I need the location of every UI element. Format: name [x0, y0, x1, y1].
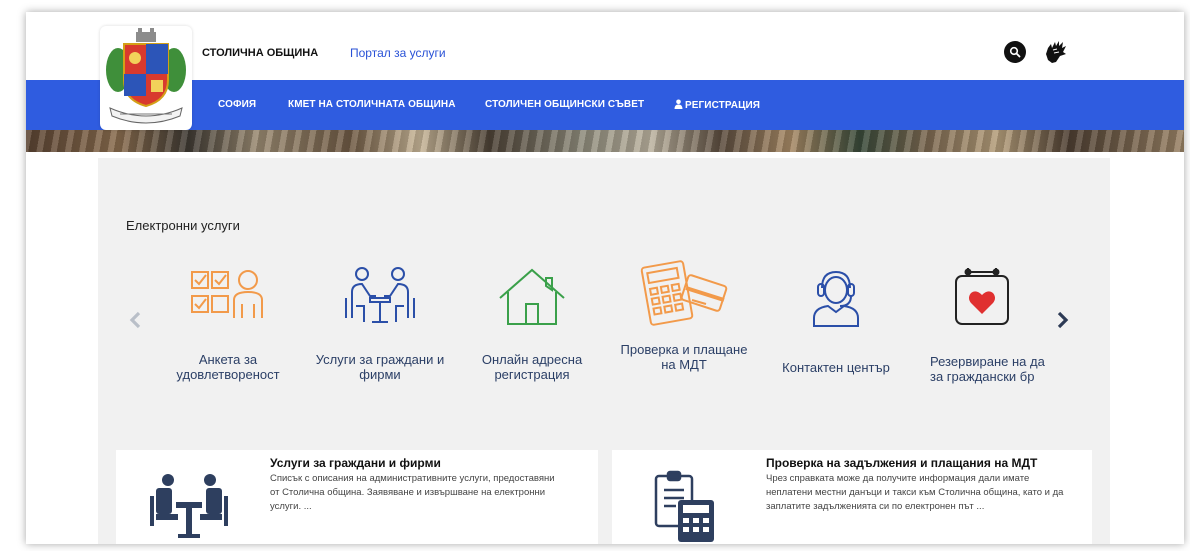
chevron-left-icon: [129, 311, 141, 329]
calculator-icon: [654, 470, 714, 542]
calculator-card-icon: [640, 260, 728, 326]
top-header: СТОЛИЧНА ОБЩИНА Портал за услуги: [26, 12, 1184, 80]
calendar-heart-icon: [955, 268, 1009, 325]
service-citizens-companies[interactable]: Услуги за граждани и фирми: [310, 266, 450, 382]
service-survey[interactable]: Анкета за удовлетвореност: [158, 266, 298, 382]
card-title: Услуги за граждани и фирми: [270, 456, 441, 470]
service-card-citizens[interactable]: Услуги за граждани и фирми Списък с опис…: [116, 450, 598, 544]
search-icon: [1009, 46, 1021, 58]
service-label: Онлайн адресна регистрация: [481, 352, 583, 382]
survey-icon: [191, 270, 263, 318]
carousel-prev-button[interactable]: [128, 306, 142, 337]
coat-of-arms-logo[interactable]: [100, 26, 192, 130]
carousel-next-button[interactable]: [1056, 306, 1070, 337]
meeting-icon: [345, 267, 415, 323]
service-label: Контактен център: [782, 360, 890, 375]
service-contact-center[interactable]: Контактен център: [766, 266, 906, 375]
house-icon: [499, 268, 565, 325]
card-description: Чрез справката може да получите информац…: [766, 473, 1064, 512]
services-section: Електронни услуги Анкета за удовлетворен…: [98, 158, 1110, 544]
chevron-right-icon: [1057, 311, 1069, 329]
nav-item-mayor[interactable]: КМЕТ НА СТОЛИЧНАТА ОБЩИНА: [288, 99, 456, 110]
service-label: Услуги за граждани и фирми: [315, 352, 445, 382]
nav-item-registration-label: РЕГИСТРАЦИЯ: [685, 100, 761, 111]
card-description: Списък с описания на административните у…: [270, 473, 555, 512]
browser-page: СТОЛИЧНА ОБЩИНА Портал за услуги СОФИЯ К…: [26, 12, 1184, 544]
operator-icon: [813, 270, 859, 327]
nav-item-registration[interactable]: РЕГИСТРАЦИЯ: [674, 99, 760, 111]
nav-item-council[interactable]: СТОЛИЧЕН ОБЩИНСКИ СЪВЕТ: [485, 99, 644, 110]
main-navigation: София КМЕТ НА СТОЛИЧНАТА ОБЩИНА СТОЛИЧЕН…: [26, 80, 1184, 130]
sign-language-icon[interactable]: [1042, 38, 1070, 66]
coat-of-arms-icon: [106, 28, 186, 124]
service-label: Проверка и плащане на МДТ: [620, 342, 748, 372]
service-civil-marriage-booking[interactable]: Резервиране на да за граждански бр: [920, 266, 1052, 384]
hero-banner-image: [26, 130, 1184, 152]
service-label: Анкета за удовлетвореност: [176, 352, 280, 382]
nav-item-sofia[interactable]: София: [218, 99, 256, 110]
user-icon: [674, 99, 683, 109]
service-label: Резервиране на да за граждански бр: [930, 354, 1045, 384]
meeting-icon: [150, 474, 228, 538]
service-card-mdt[interactable]: Проверка на задължения и плащания на МДТ…: [612, 450, 1092, 544]
service-address-registration[interactable]: Онлайн адресна регистрация: [462, 266, 602, 382]
card-title: Проверка на задължения и плащания на МДТ: [766, 456, 1038, 470]
service-mdt-payment[interactable]: Проверка и плащане на МДТ: [614, 260, 754, 372]
site-name[interactable]: СТОЛИЧНА ОБЩИНА: [202, 47, 318, 59]
portal-link[interactable]: Портал за услуги: [350, 46, 446, 60]
search-button[interactable]: [1004, 41, 1026, 63]
section-title: Електронни услуги: [126, 218, 240, 233]
